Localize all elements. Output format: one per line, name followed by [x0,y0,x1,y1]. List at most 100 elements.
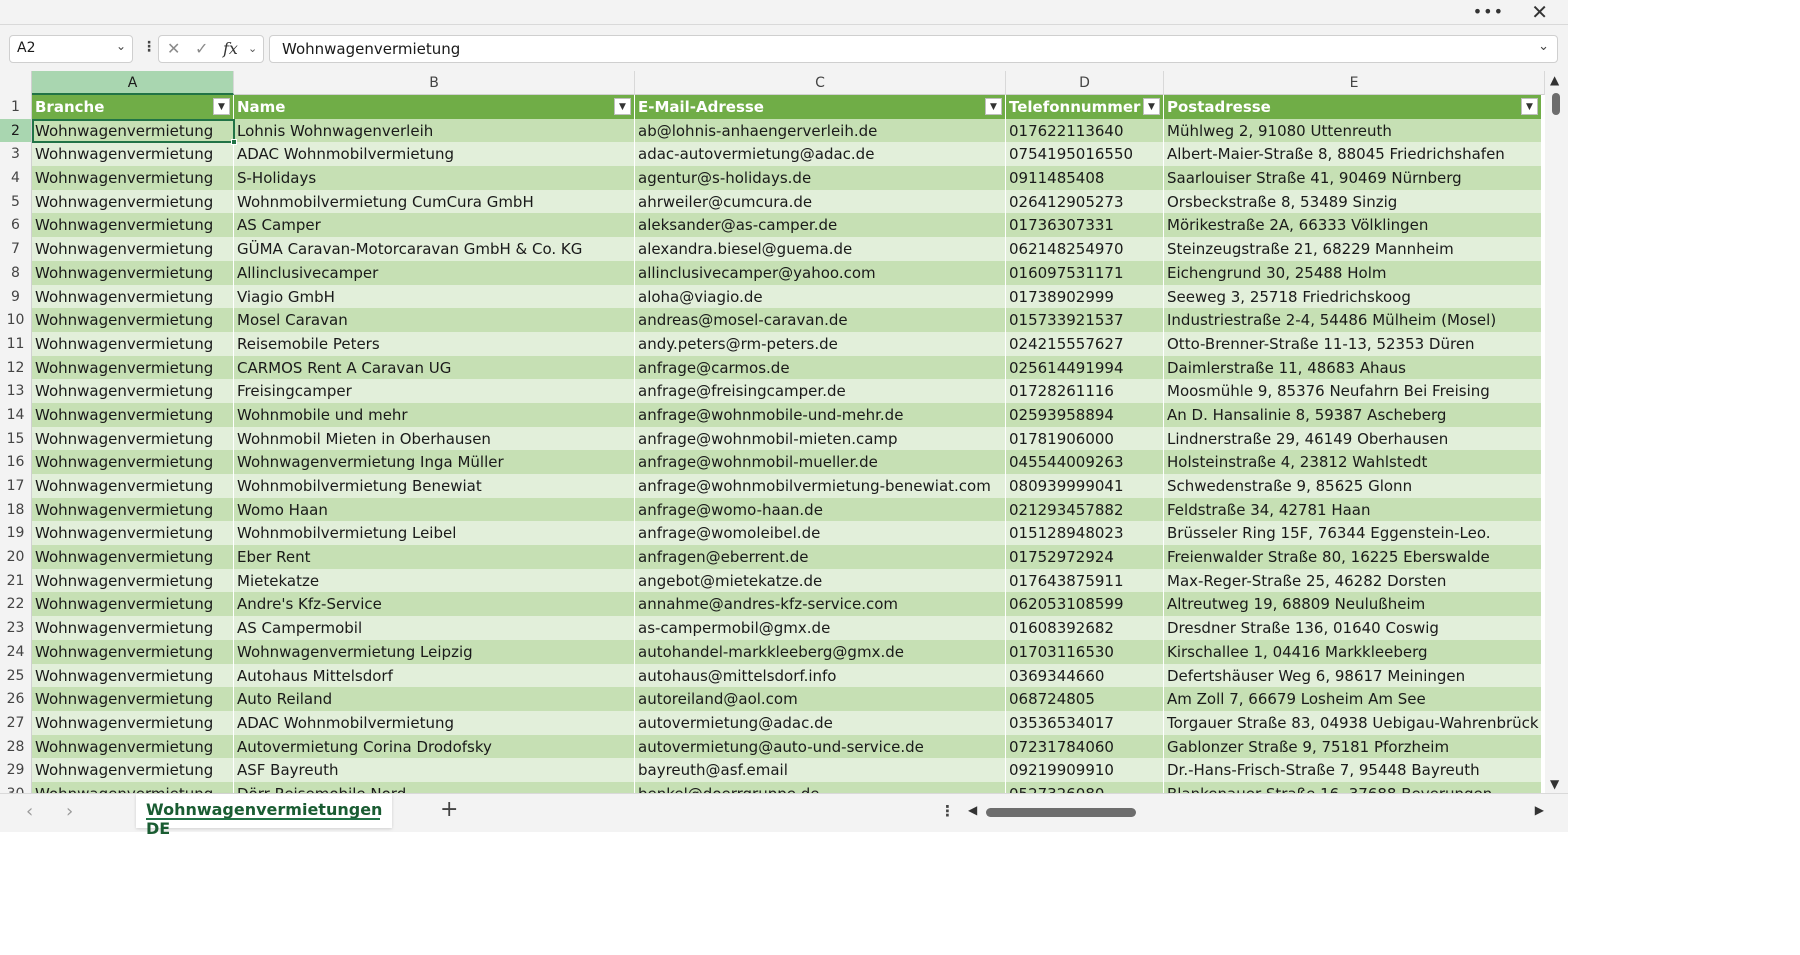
table-cell[interactable]: 0754195016550 [1006,142,1164,167]
row-number[interactable]: 19 [0,521,32,546]
table-cell[interactable]: Wohnwagenvermietung [32,331,234,356]
table-cell[interactable]: Wohnwagenvermietung [32,450,234,474]
cancel-icon[interactable]: ✕ [167,39,180,58]
table-cell[interactable]: AS Camper [234,213,635,238]
table-cell[interactable]: Dr.-Hans-Frisch-Straße 7, 95448 Bayreuth [1164,758,1542,782]
table-cell[interactable]: Altreutweg 19, 68809 Neulußheim [1164,592,1542,617]
table-cell[interactable]: 01752972924 [1006,545,1164,569]
table-cell[interactable]: Mietekatze [234,568,635,593]
scroll-up-icon[interactable]: ▲ [1550,73,1559,87]
table-cell[interactable]: 062053108599 [1006,592,1164,617]
table-cell[interactable]: 0369344660 [1006,663,1164,688]
table-cell[interactable]: Mosel Caravan [234,308,635,332]
table-cell[interactable]: An D. Hansalinie 8, 59387 Ascheberg [1164,402,1542,427]
table-cell[interactable]: aleksander@as-camper.de [635,213,1006,238]
previous-sheet-icon[interactable]: ‹ [26,801,33,822]
scroll-thumb[interactable] [986,808,1136,817]
scroll-left-icon[interactable]: ◀ [968,803,977,817]
filter-dropdown-icon[interactable]: ▼ [213,98,230,115]
table-cell[interactable]: Wohnwagenvermietung [32,355,234,380]
column-header-a[interactable]: A [32,71,234,95]
table-cell[interactable]: 024215557627 [1006,331,1164,356]
column-header-d[interactable]: D [1006,71,1164,95]
table-cell[interactable]: Autovermietung Corina Drodofsky [234,734,635,759]
table-cell[interactable]: Brüsseler Ring 15F, 76344 Eggenstein-Leo… [1164,521,1542,546]
table-cell[interactable]: Dörr Reisemobile Nord [234,781,635,793]
table-cell[interactable]: 01736307331 [1006,213,1164,238]
table-cell[interactable]: 0911485408 [1006,166,1164,190]
table-cell[interactable]: Wohnwagenvermietung [32,166,234,190]
row-number[interactable]: 16 [0,450,32,474]
row-number[interactable]: 14 [0,402,32,427]
table-cell[interactable]: annahme@andres-kfz-service.com [635,592,1006,617]
column-header-b[interactable]: B [234,71,635,95]
table-cell[interactable]: ASF Bayreuth [234,758,635,782]
table-cell[interactable]: anfragen@eberrent.de [635,545,1006,569]
table-cell[interactable]: Wohnwagenvermietung [32,308,234,332]
row-number[interactable]: 12 [0,355,32,380]
table-cell[interactable]: 026412905273 [1006,189,1164,214]
filter-dropdown-icon[interactable]: ▼ [985,98,1002,115]
table-cell[interactable]: Wohnwagenvermietung [32,402,234,427]
table-cell[interactable]: bayreuth@asf.email [635,758,1006,782]
table-cell[interactable]: Wohnwagenvermietung [32,426,234,451]
table-cell[interactable]: 016097531171 [1006,260,1164,285]
table-cell[interactable]: Allinclusivecamper [234,260,635,285]
table-cell[interactable]: anfrage@carmos.de [635,355,1006,380]
table-cell[interactable]: 01703116530 [1006,639,1164,664]
row-number[interactable]: 28 [0,734,32,759]
table-cell[interactable]: ahrweiler@cumcura.de [635,189,1006,214]
table-cell[interactable]: Am Zoll 7, 66679 Losheim Am See [1164,687,1542,711]
table-header-cell[interactable]: Name ▼ [234,95,635,119]
row-number[interactable]: 25 [0,663,32,688]
sheet-tab-active[interactable]: Wohnwagenvermietungen DE [136,794,392,838]
table-cell[interactable]: 02593958894 [1006,402,1164,427]
table-cell[interactable]: 017643875911 [1006,568,1164,593]
table-cell[interactable]: 09219909910 [1006,758,1164,782]
table-cell[interactable]: Blankenauer Straße 16, 37688 Beverungen [1164,781,1542,793]
table-cell[interactable]: anfrage@womo-haan.de [635,497,1006,522]
table-cell[interactable]: Wohnwagenvermietung Inga Müller [234,450,635,474]
table-cell[interactable]: Wohnwagenvermietung [32,639,234,664]
table-cell[interactable]: Wohnwagenvermietung Leipzig [234,639,635,664]
table-cell[interactable]: Wohnmobile und mehr [234,402,635,427]
table-cell[interactable]: Schwedenstraße 9, 85625 Glonn [1164,474,1542,498]
expand-formula-icon[interactable]: ⌄ [1538,39,1549,54]
table-cell[interactable]: agentur@s-holidays.de [635,166,1006,190]
table-cell[interactable]: Auto Reiland [234,687,635,711]
name-box[interactable]: A2 ⌄ [9,35,133,63]
table-cell[interactable]: Reisemobile Peters [234,331,635,356]
row-number[interactable]: 17 [0,474,32,498]
row-number[interactable]: 11 [0,331,32,356]
table-cell[interactable]: Dresdner Straße 136, 01640 Coswig [1164,616,1542,640]
row-number[interactable]: 29 [0,758,32,782]
table-cell[interactable]: 015128948023 [1006,521,1164,546]
table-cell[interactable]: Wohnwagenvermietung [32,781,234,793]
row-number[interactable]: 6 [0,213,32,238]
table-cell[interactable]: ADAC Wohnmobilvermietung [234,710,635,735]
table-cell[interactable]: anfrage@womoleibel.de [635,521,1006,546]
table-cell[interactable]: Saarlouiser Straße 41, 90469 Nürnberg [1164,166,1542,190]
row-number[interactable]: 26 [0,687,32,711]
table-cell[interactable]: Viagio GmbH [234,284,635,309]
table-cell[interactable]: angebot@mietekatze.de [635,568,1006,593]
table-cell[interactable]: Wohnwagenvermietung [32,687,234,711]
table-cell[interactable]: andy.peters@rm-peters.de [635,331,1006,356]
table-cell[interactable]: 025614491994 [1006,355,1164,380]
table-cell[interactable]: Wohnwagenvermietung [32,663,234,688]
table-cell[interactable]: Eber Rent [234,545,635,569]
chevron-down-icon[interactable]: ⌄ [248,42,257,55]
table-cell[interactable]: Seeweg 3, 25718 Friedrichskoog [1164,284,1542,309]
table-cell[interactable]: Feldstraße 34, 42781 Haan [1164,497,1542,522]
table-cell[interactable]: 07231784060 [1006,734,1164,759]
table-cell[interactable]: anfrage@freisingcamper.de [635,379,1006,403]
table-cell[interactable]: 03536534017 [1006,710,1164,735]
table-cell[interactable]: 01738902999 [1006,284,1164,309]
check-icon[interactable]: ✓ [195,39,208,58]
table-cell[interactable]: ab@lohnis-anhaengerverleih.de [635,118,1006,143]
table-cell[interactable]: 062148254970 [1006,237,1164,261]
table-cell[interactable]: 015733921537 [1006,308,1164,332]
table-cell[interactable]: AS Campermobil [234,616,635,640]
add-sheet-icon[interactable]: + [440,797,458,822]
table-header-cell[interactable]: E-Mail-Adresse ▼ [635,95,1006,119]
